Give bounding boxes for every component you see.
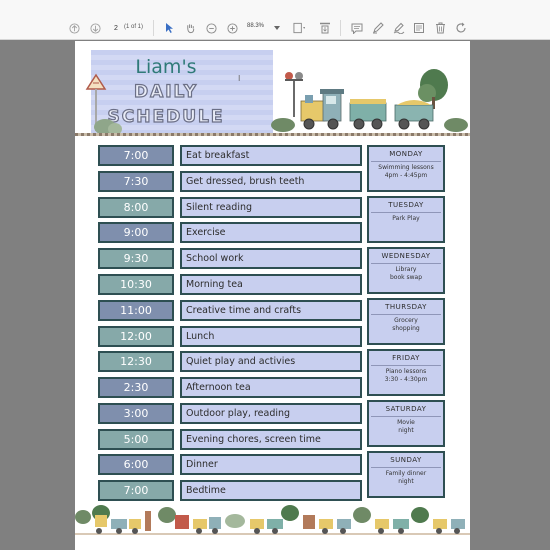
day-note: night xyxy=(398,427,414,434)
time-cell: 5:00 xyxy=(98,429,174,450)
day-name: SATURDAY xyxy=(385,405,427,413)
day-box-monday: MONDAY Swimming lessons 4pm - 4:45pm xyxy=(367,145,445,192)
day-box-sunday: SUNDAY Family dinner night xyxy=(367,451,445,498)
train-border-illustration xyxy=(75,503,470,550)
time-cell: 3:00 xyxy=(98,403,174,424)
time-cell: 9:30 xyxy=(98,248,174,269)
time-cell: 12:30 xyxy=(98,351,174,372)
divider xyxy=(371,212,441,213)
day-name: WEDNESDAY xyxy=(381,252,431,260)
toolbar-divider xyxy=(340,20,341,36)
activity-cell: Bedtime xyxy=(180,480,362,501)
zoom-out-icon[interactable] xyxy=(204,19,218,37)
day-name: THURSDAY xyxy=(385,303,427,311)
scroll-mode-icon[interactable] xyxy=(318,19,332,37)
zoom-in-icon[interactable] xyxy=(225,19,239,37)
day-note: Movie xyxy=(397,419,415,426)
highlight-pen-icon[interactable] xyxy=(371,19,385,37)
activity-cell: School work xyxy=(180,248,362,269)
divider xyxy=(371,314,441,315)
day-name: TUESDAY xyxy=(388,201,424,209)
pdf-toolbar: (1 of 1) 88.3% xyxy=(0,0,550,40)
time-cell: 11:00 xyxy=(98,300,174,321)
redact-icon[interactable] xyxy=(412,19,426,37)
time-cell: 10:30 xyxy=(98,274,174,295)
day-note: 3:30 - 4:30pm xyxy=(384,376,428,383)
rotate-icon[interactable] xyxy=(454,19,468,37)
day-note: night xyxy=(398,478,414,485)
activity-cell: Outdoor play, reading xyxy=(180,403,362,424)
day-note: book swap xyxy=(389,274,423,281)
hand-tool-icon[interactable] xyxy=(183,19,197,37)
day-box-friday: FRIDAY Piano lessons 3:30 - 4:30pm xyxy=(367,349,445,396)
time-cell: 12:00 xyxy=(98,326,174,347)
comment-icon[interactable] xyxy=(350,19,364,37)
zoom-level[interactable]: 88.3% xyxy=(247,23,264,29)
day-name: SUNDAY xyxy=(390,456,422,464)
page-number-input[interactable] xyxy=(110,21,122,35)
page-title-daily: DAILY xyxy=(133,81,199,102)
day-note: Piano lessons xyxy=(385,368,427,375)
divider xyxy=(371,365,441,366)
day-box-thursday: THURSDAY Grocery shopping xyxy=(367,298,445,345)
fit-page-icon[interactable] xyxy=(290,19,308,37)
activity-cell: Exercise xyxy=(180,222,362,243)
next-page-icon[interactable] xyxy=(88,19,102,37)
time-cell: 7:00 xyxy=(98,145,174,166)
activity-cell: Silent reading xyxy=(180,197,362,218)
divider xyxy=(371,263,441,264)
previous-page-icon[interactable] xyxy=(67,19,81,37)
activity-cell: Eat breakfast xyxy=(180,145,362,166)
train-illustration xyxy=(271,69,468,132)
day-box-wednesday: WEDNESDAY Library book swap xyxy=(367,247,445,294)
activity-cell: Afternoon tea xyxy=(180,377,362,398)
page-count: (1 of 1) xyxy=(124,24,144,30)
activity-cell: Creative time and crafts xyxy=(180,300,362,321)
day-box-tuesday: TUESDAY Park Play xyxy=(367,196,445,243)
zoom-dropdown-chevron-icon[interactable] xyxy=(272,19,282,37)
text-cursor-icon: I xyxy=(238,74,241,83)
activity-cell: Dinner xyxy=(180,454,362,475)
activity-cell: Lunch xyxy=(180,326,362,347)
time-cell: 8:00 xyxy=(98,197,174,218)
divider xyxy=(371,416,441,417)
day-note: Grocery xyxy=(394,317,418,324)
time-cell: 7:00 xyxy=(98,480,174,501)
activity-cell: Get dressed, brush teeth xyxy=(180,171,362,192)
divider xyxy=(371,161,441,162)
page-title-name: Liam's xyxy=(135,56,197,78)
delete-icon[interactable] xyxy=(433,19,447,37)
day-note: Family dinner xyxy=(385,470,427,477)
day-note: Library xyxy=(395,266,417,273)
time-cell: 7:30 xyxy=(98,171,174,192)
day-note: Swimming lessons xyxy=(378,164,434,171)
day-name: MONDAY xyxy=(389,150,423,158)
day-note: Park Play xyxy=(392,215,420,222)
toolbar-divider xyxy=(153,20,154,36)
time-cell: 6:00 xyxy=(98,454,174,475)
day-note: 4pm - 4:45pm xyxy=(384,172,428,179)
time-cell: 9:00 xyxy=(98,222,174,243)
railroad-track xyxy=(75,133,470,136)
day-name: FRIDAY xyxy=(392,354,420,362)
activity-cell: Quiet play and activies xyxy=(180,351,362,372)
time-cell: 2:30 xyxy=(98,377,174,398)
day-note: shopping xyxy=(392,325,420,332)
document-page: Liam's DAILY SCHEDULE I 7:00 Eat breakfa… xyxy=(75,41,470,550)
activity-cell: Evening chores, screen time xyxy=(180,429,362,450)
sign-icon[interactable] xyxy=(392,19,406,37)
divider xyxy=(371,467,441,468)
day-box-saturday: SATURDAY Movie night xyxy=(367,400,445,447)
activity-cell: Morning tea xyxy=(180,274,362,295)
bush-icon xyxy=(94,119,122,135)
select-cursor-icon[interactable] xyxy=(162,19,176,37)
